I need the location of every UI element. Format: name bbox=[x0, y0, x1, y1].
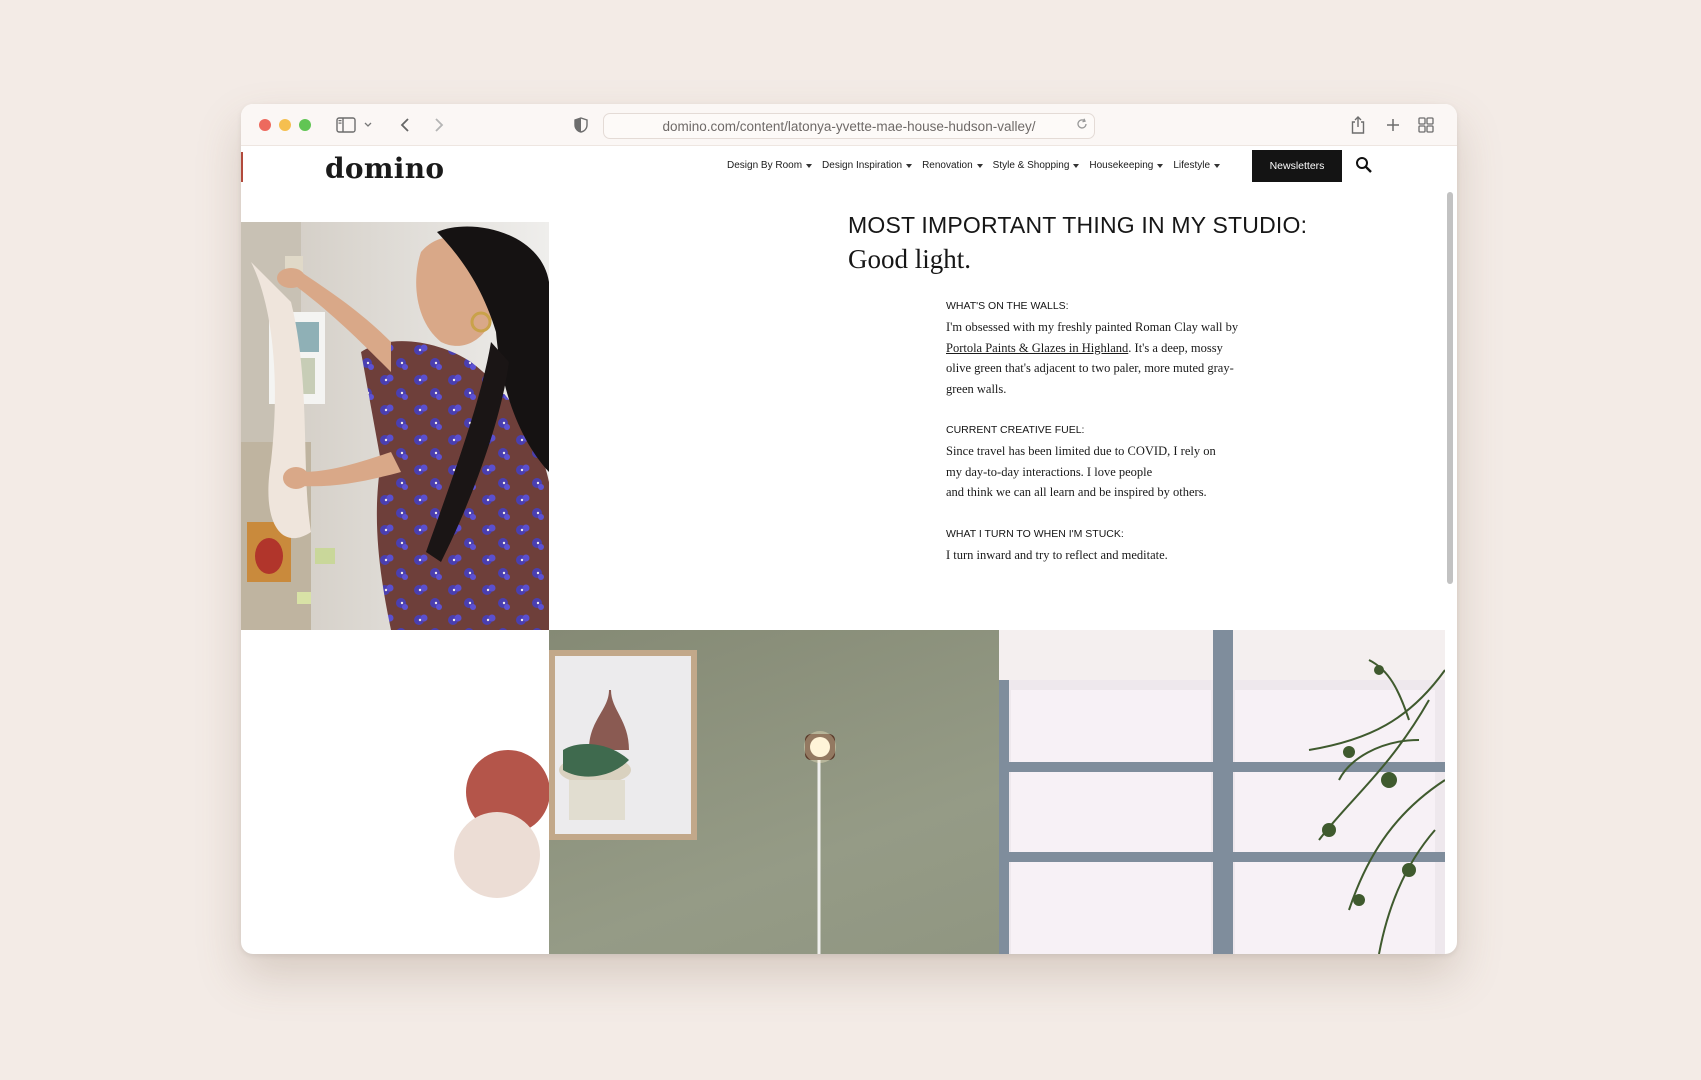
caret-down-icon bbox=[976, 163, 983, 168]
site-logo[interactable]: domino bbox=[325, 152, 444, 185]
tab-overview-icon[interactable] bbox=[1416, 113, 1436, 137]
page-scrollbar[interactable] bbox=[1446, 190, 1454, 954]
share-icon[interactable] bbox=[1348, 113, 1368, 137]
nav-lifestyle[interactable]: Lifestyle bbox=[1173, 160, 1221, 171]
answer-line: Since travel has been limited due to COV… bbox=[946, 444, 1216, 458]
accent-edge bbox=[241, 152, 243, 182]
shield-icon[interactable] bbox=[571, 113, 591, 137]
answer-line: my day-to-day interactions. I love peopl… bbox=[946, 464, 1153, 479]
qa-label: CURRENT CREATIVE FUEL: bbox=[946, 424, 1085, 436]
site-header: domino Design By Room Design Inspiration… bbox=[241, 146, 1457, 190]
zoom-window-button[interactable] bbox=[299, 119, 311, 131]
qa-walls: WHAT'S ON THE WALLS: I'm obsessed with m… bbox=[946, 300, 1246, 399]
chevron-right-icon[interactable] bbox=[429, 113, 449, 137]
browser-window: domino.com/content/latonya-yvette-mae-ho… bbox=[241, 104, 1457, 954]
decorative-circles bbox=[454, 750, 552, 898]
section-heading: MOST IMPORTANT THING IN MY STUDIO: bbox=[848, 212, 1308, 238]
browser-toolbar: domino.com/content/latonya-yvette-mae-ho… bbox=[241, 104, 1457, 146]
qa-label: WHAT'S ON THE WALLS: bbox=[946, 300, 1069, 312]
portola-paints-link[interactable]: Portola Paints & Glazes in Highland bbox=[946, 341, 1128, 355]
minimize-window-button[interactable] bbox=[279, 119, 291, 131]
qa-when-stuck: WHAT I TURN TO WHEN I'M STUCK: I turn in… bbox=[946, 528, 1246, 566]
qa-creative-fuel: CURRENT CREATIVE FUEL: Since travel has … bbox=[946, 424, 1246, 503]
qa-answer: Since travel has been limited due to COV… bbox=[946, 441, 1246, 503]
nav-renovation[interactable]: Renovation bbox=[922, 160, 983, 171]
nav-label: Design By Room bbox=[727, 160, 803, 171]
close-window-button[interactable] bbox=[259, 119, 271, 131]
search-icon[interactable] bbox=[1355, 156, 1375, 176]
chevron-left-icon[interactable] bbox=[395, 113, 415, 137]
answer-text: I'm obsessed with my freshly painted Rom… bbox=[946, 320, 1239, 334]
nav-design-by-room[interactable]: Design By Room bbox=[727, 160, 813, 171]
caret-down-icon bbox=[806, 163, 813, 168]
sidebar-icon[interactable] bbox=[335, 113, 357, 137]
caret-down-icon bbox=[906, 163, 913, 168]
nav-label: Lifestyle bbox=[1173, 160, 1211, 171]
nav-style-shopping[interactable]: Style & Shopping bbox=[993, 160, 1080, 171]
caret-down-icon bbox=[1214, 163, 1221, 168]
qa-label: WHAT I TURN TO WHEN I'M STUCK: bbox=[946, 528, 1124, 540]
address-bar[interactable]: domino.com/content/latonya-yvette-mae-ho… bbox=[603, 113, 1095, 139]
nav-label: Design Inspiration bbox=[822, 160, 903, 171]
nav-label: Style & Shopping bbox=[992, 160, 1070, 171]
section-heading-answer: Good light. bbox=[848, 244, 972, 274]
nav-housekeeping[interactable]: Housekeeping bbox=[1089, 160, 1164, 171]
answer-line: and think we can all learn and be inspir… bbox=[946, 485, 1207, 499]
caret-down-icon bbox=[1157, 163, 1164, 168]
scrollbar-thumb[interactable] bbox=[1447, 192, 1453, 584]
qa-answer: I'm obsessed with my freshly painted Rom… bbox=[946, 317, 1246, 399]
caret-down-icon bbox=[1073, 163, 1080, 168]
reload-icon[interactable] bbox=[1076, 118, 1088, 133]
plus-icon[interactable] bbox=[1383, 113, 1403, 137]
studio-photo-woman bbox=[241, 222, 549, 630]
newsletters-button[interactable]: Newsletters bbox=[1252, 150, 1342, 182]
qa-answer: I turn inward and try to reflect and med… bbox=[946, 545, 1246, 566]
nav-label: Housekeeping bbox=[1089, 160, 1154, 171]
url-text: domino.com/content/latonya-yvette-mae-ho… bbox=[662, 118, 1036, 134]
main-menu: Design By Room Design Inspiration Renova… bbox=[727, 160, 1221, 171]
studio-photo-wall bbox=[549, 630, 1445, 954]
chevron-down-icon[interactable] bbox=[362, 113, 374, 137]
nav-label: Renovation bbox=[922, 160, 973, 171]
nav-design-inspiration[interactable]: Design Inspiration bbox=[822, 160, 913, 171]
answer-line: I turn inward and try to reflect and med… bbox=[946, 548, 1168, 562]
